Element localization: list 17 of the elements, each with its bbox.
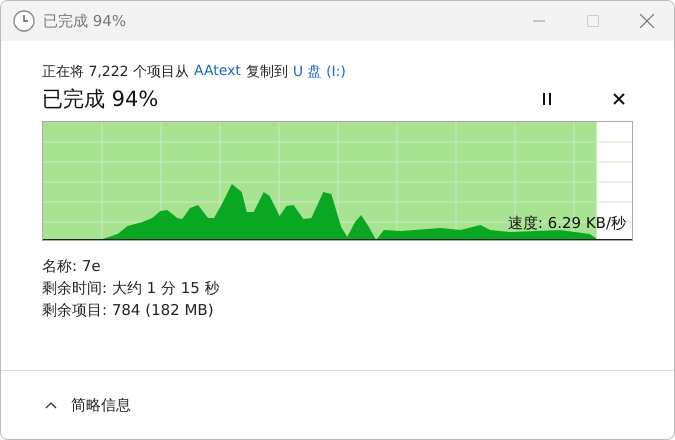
destination-link[interactable]: U 盘 (I:): [292, 63, 346, 81]
details-toggle[interactable]: 简略信息: [41, 392, 135, 418]
progress-heading: 已完成 94%: [42, 86, 160, 113]
source-link[interactable]: AAtext: [194, 63, 241, 81]
copy-status-text: 正在将 7,222 个项目从: [42, 63, 189, 81]
detail-text: 剩余项目: 784 (182 MB): [42, 301, 215, 320]
copy-status-text: 复制到: [246, 63, 288, 81]
close-icon: [640, 14, 654, 28]
clock-icon: [13, 10, 35, 32]
detail-text: 剩余时间: 大约 1 分 15 秒: [42, 279, 221, 298]
maximize-icon: [587, 15, 599, 27]
speed-label: 速度: 6.29 KB/秒: [508, 214, 626, 233]
detail-text: 名称: 7e: [42, 257, 102, 276]
close-icon: [613, 93, 625, 105]
window-title: 已完成 94%: [43, 12, 128, 30]
chevron-icon: [45, 401, 57, 409]
pause-icon: [542, 93, 552, 105]
